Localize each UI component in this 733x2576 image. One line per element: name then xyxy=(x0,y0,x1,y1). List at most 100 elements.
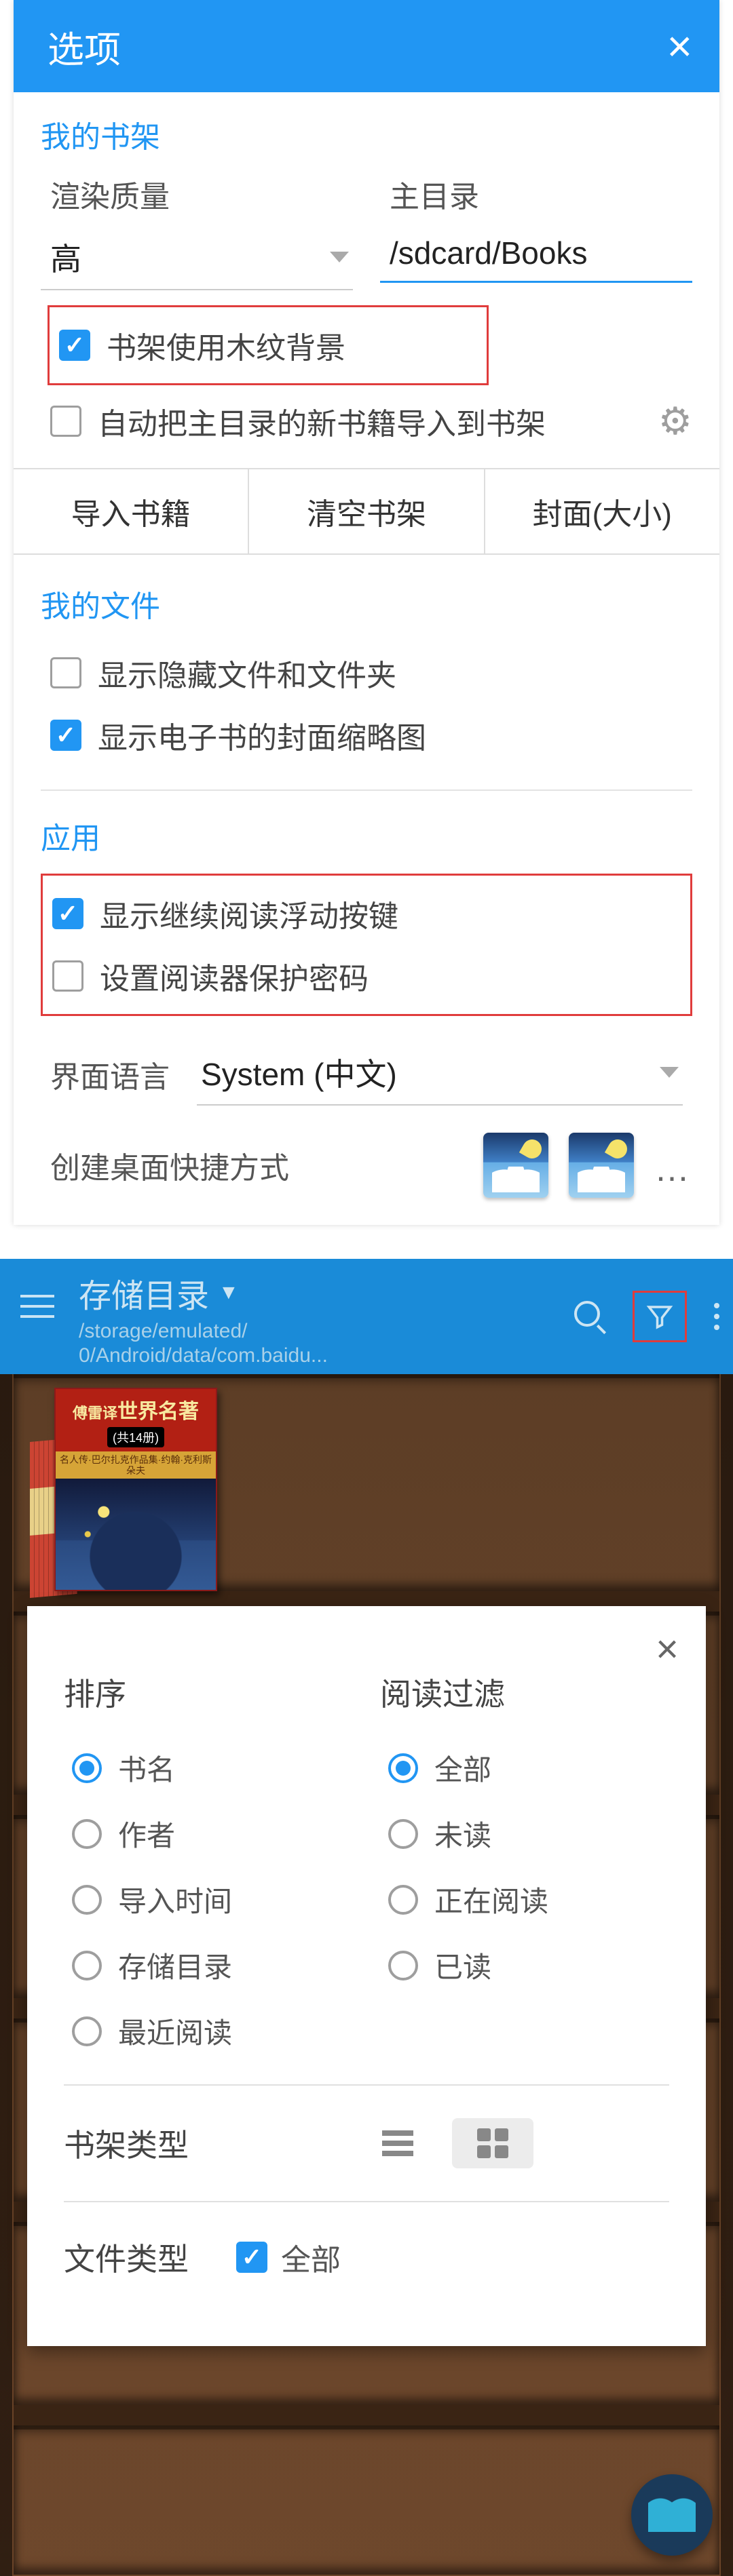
main-dir-label: 主目录 xyxy=(380,172,692,216)
read-option-unread[interactable]: 未读 xyxy=(388,1801,669,1867)
language-value: System (中文) xyxy=(201,1050,397,1095)
checkbox-wood-bg[interactable]: ✓ 书架使用木纹背景 xyxy=(59,314,477,376)
view-list-button[interactable] xyxy=(357,2118,438,2168)
import-books-button[interactable]: 导入书籍 xyxy=(14,469,249,553)
radio-icon xyxy=(72,1885,102,1915)
checkbox-auto-import[interactable]: 自动把主目录的新书籍导入到书架 ⚙ xyxy=(41,389,692,453)
checkbox-label: 显示隐藏文件和文件夹 xyxy=(98,651,396,695)
highlight-wood-checkbox: ✓ 书架使用木纹背景 xyxy=(48,305,489,385)
read-option-all[interactable]: 全部 xyxy=(388,1735,669,1801)
list-icon xyxy=(382,2130,413,2156)
radio-icon xyxy=(72,1819,102,1849)
checkbox-show-hidden[interactable]: 显示隐藏文件和文件夹 xyxy=(41,642,692,704)
options-dialog: 选项 × 我的书架 渲染质量 高 主目录 /sdcard/Books xyxy=(14,0,719,1225)
filter-icon[interactable] xyxy=(645,1302,674,1331)
radio-icon xyxy=(388,1753,418,1783)
sort-option-import-time[interactable]: 导入时间 xyxy=(72,1867,353,1932)
book-artwork xyxy=(56,1479,216,1590)
radio-label: 未读 xyxy=(434,1813,491,1854)
checkbox-icon: ✓ xyxy=(236,2242,267,2273)
sort-heading: 排序 xyxy=(64,1670,353,1715)
radio-label: 书名 xyxy=(118,1747,175,1789)
checkbox-show-thumb[interactable]: ✓ 显示电子书的封面缩略图 xyxy=(41,704,692,766)
menu-icon[interactable] xyxy=(20,1295,54,1318)
shelf-type-label: 书架类型 xyxy=(64,2121,189,2166)
language-label: 界面语言 xyxy=(50,1053,170,1096)
read-option-finished[interactable]: 已读 xyxy=(388,1932,669,1998)
cover-size-button[interactable]: 封面(大小) xyxy=(485,469,719,553)
checkbox-label: 显示电子书的封面缩略图 xyxy=(98,714,426,757)
highlight-filter-icon xyxy=(633,1291,687,1342)
file-type-all-checkbox[interactable]: ✓ 全部 xyxy=(236,2236,341,2279)
book-cover: 傅雷译世界名著 (共14册) 名人传·巴尔扎克作品集·约翰·克利斯朵夫 xyxy=(54,1388,217,1591)
language-select[interactable]: System (中文) xyxy=(197,1043,683,1106)
divider xyxy=(64,2201,669,2202)
radio-icon xyxy=(72,2016,102,2046)
dialog-title: 选项 xyxy=(48,20,121,73)
section-heading-app: 应用 xyxy=(41,814,692,857)
filter-dialog: × 排序 书名 作者 导入时间 存储目录 最近阅读 xyxy=(27,1606,706,2346)
dropdown-icon xyxy=(330,252,349,262)
clear-shelf-button[interactable]: 清空书架 xyxy=(249,469,485,553)
read-option-reading[interactable]: 正在阅读 xyxy=(388,1867,669,1932)
render-quality-select[interactable]: 高 xyxy=(41,228,353,290)
checkbox-icon xyxy=(52,960,83,992)
dropdown-icon xyxy=(660,1067,679,1078)
more-icon[interactable]: … xyxy=(654,1149,692,1198)
toolbar-title: 存储目录 xyxy=(79,1269,209,1316)
radio-label: 全部 xyxy=(434,1747,491,1789)
radio-label: 正在阅读 xyxy=(434,1879,548,1920)
close-icon[interactable]: × xyxy=(656,1626,679,1672)
radio-icon xyxy=(72,1753,102,1783)
checkbox-label: 自动把主目录的新书籍导入到书架 xyxy=(98,399,546,443)
sort-option-author[interactable]: 作者 xyxy=(72,1801,353,1867)
book-caption: 名人传·巴尔扎克作品集·约翰·克利斯朵夫 xyxy=(56,1451,216,1479)
render-quality-label: 渲染质量 xyxy=(41,172,353,216)
sort-option-name[interactable]: 书名 xyxy=(72,1735,353,1801)
gear-icon[interactable]: ⚙ xyxy=(658,399,692,444)
book-title-prefix: 傅雷译 xyxy=(73,1405,117,1422)
render-quality-value: 高 xyxy=(50,235,81,279)
checkbox-icon: ✓ xyxy=(50,720,81,751)
book-icon xyxy=(648,2498,696,2532)
main-dir-input[interactable]: /sdcard/Books xyxy=(380,228,692,283)
view-grid-button[interactable] xyxy=(452,2118,533,2168)
sort-option-storage[interactable]: 存储目录 xyxy=(72,1932,353,1998)
continue-reading-fab[interactable] xyxy=(631,2474,713,2556)
dropdown-icon: ▼ xyxy=(219,1281,239,1304)
book-subtitle: (共14册) xyxy=(107,1427,164,1447)
search-icon[interactable] xyxy=(574,1301,605,1332)
file-type-label: 文件类型 xyxy=(64,2235,189,2280)
checkbox-icon xyxy=(50,657,81,688)
radio-label: 作者 xyxy=(118,1813,175,1854)
checkbox-float-btn[interactable]: ✓ 显示继续阅读浮动按键 xyxy=(52,882,681,945)
checkbox-icon: ✓ xyxy=(59,330,90,361)
section-heading-bookshelf: 我的书架 xyxy=(41,113,692,156)
radio-label: 存储目录 xyxy=(118,1945,232,1986)
checkbox-icon: ✓ xyxy=(52,898,83,929)
section-heading-files: 我的文件 xyxy=(41,582,692,625)
radio-icon xyxy=(388,1951,418,1980)
shelf-type-row: 书架类型 xyxy=(64,2106,669,2181)
sort-option-recent[interactable]: 最近阅读 xyxy=(72,1998,353,2064)
app-shortcut-icon-2[interactable] xyxy=(569,1133,634,1198)
checkbox-icon xyxy=(50,406,81,437)
highlight-app-checkboxes: ✓ 显示继续阅读浮动按键 设置阅读器保护密码 xyxy=(41,874,692,1016)
checkbox-label: 全部 xyxy=(281,2236,341,2279)
toolbar-title-area[interactable]: 存储目录 ▼ /storage/emulated/ 0/Android/data… xyxy=(79,1265,574,1368)
radio-label: 已读 xyxy=(434,1945,491,1986)
book-title-main: 世界名著 xyxy=(117,1401,199,1423)
app-toolbar: 存储目录 ▼ /storage/emulated/ 0/Android/data… xyxy=(0,1259,733,1374)
file-type-row: 文件类型 ✓ 全部 xyxy=(64,2223,669,2292)
close-icon[interactable]: × xyxy=(667,24,692,68)
shortcut-row: 创建桌面快捷方式 … xyxy=(14,1106,719,1198)
checkbox-label: 显示继续阅读浮动按键 xyxy=(100,892,398,935)
radio-icon xyxy=(388,1885,418,1915)
checkbox-label: 书架使用木纹背景 xyxy=(107,324,345,367)
checkbox-password[interactable]: 设置阅读器保护密码 xyxy=(52,945,681,1007)
overflow-icon[interactable] xyxy=(714,1303,719,1330)
section-app: 应用 ✓ 显示继续阅读浮动按键 设置阅读器保护密码 界面语言 System (中… xyxy=(14,791,719,1106)
book-item[interactable]: 傅雷译世界名著 (共14册) 名人传·巴尔扎克作品集·约翰·克利斯朵夫 xyxy=(30,1388,220,1598)
app-shortcut-icon-1[interactable] xyxy=(483,1133,548,1198)
dialog-header: 选项 × xyxy=(14,0,719,92)
